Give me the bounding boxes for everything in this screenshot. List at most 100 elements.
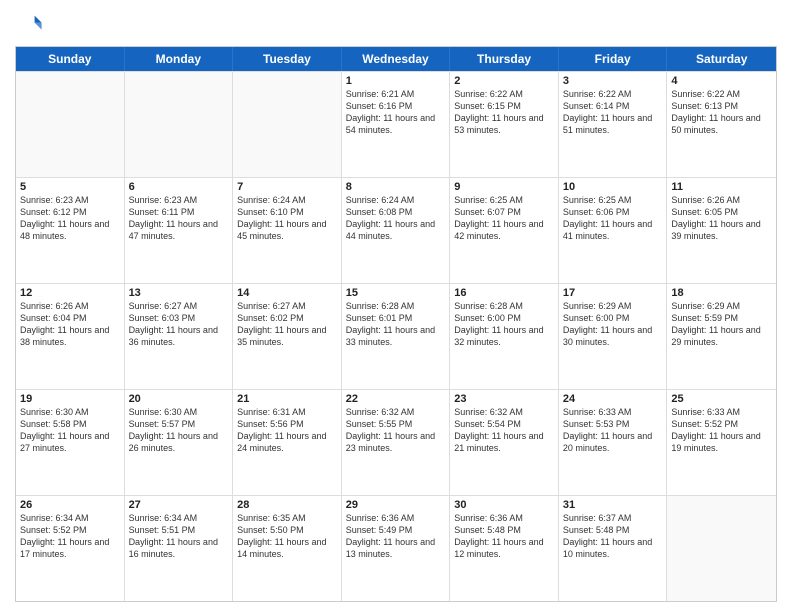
day-info: Sunrise: 6:31 AMSunset: 5:56 PMDaylight:… (237, 406, 337, 455)
day-header-tuesday: Tuesday (233, 47, 342, 71)
day-cell-21: 21 Sunrise: 6:31 AMSunset: 5:56 PMDaylig… (233, 390, 342, 495)
day-info: Sunrise: 6:28 AMSunset: 6:01 PMDaylight:… (346, 300, 446, 349)
day-cell-2: 2 Sunrise: 6:22 AMSunset: 6:15 PMDayligh… (450, 72, 559, 177)
day-number: 23 (454, 393, 554, 405)
day-cell-1: 1 Sunrise: 6:21 AMSunset: 6:16 PMDayligh… (342, 72, 451, 177)
day-info: Sunrise: 6:22 AMSunset: 6:15 PMDaylight:… (454, 88, 554, 137)
day-info: Sunrise: 6:33 AMSunset: 5:53 PMDaylight:… (563, 406, 663, 455)
day-cell-30: 30 Sunrise: 6:36 AMSunset: 5:48 PMDaylig… (450, 496, 559, 601)
day-number: 29 (346, 499, 446, 511)
day-info: Sunrise: 6:34 AMSunset: 5:51 PMDaylight:… (129, 512, 229, 561)
day-info: Sunrise: 6:23 AMSunset: 6:12 PMDaylight:… (20, 194, 120, 243)
day-cell-13: 13 Sunrise: 6:27 AMSunset: 6:03 PMDaylig… (125, 284, 234, 389)
day-info: Sunrise: 6:28 AMSunset: 6:00 PMDaylight:… (454, 300, 554, 349)
day-cell-10: 10 Sunrise: 6:25 AMSunset: 6:06 PMDaylig… (559, 178, 668, 283)
day-cell-15: 15 Sunrise: 6:28 AMSunset: 6:01 PMDaylig… (342, 284, 451, 389)
day-header-wednesday: Wednesday (342, 47, 451, 71)
page: SundayMondayTuesdayWednesdayThursdayFrid… (0, 0, 792, 612)
day-cell-7: 7 Sunrise: 6:24 AMSunset: 6:10 PMDayligh… (233, 178, 342, 283)
day-info: Sunrise: 6:25 AMSunset: 6:06 PMDaylight:… (563, 194, 663, 243)
day-info: Sunrise: 6:30 AMSunset: 5:57 PMDaylight:… (129, 406, 229, 455)
day-cell-4: 4 Sunrise: 6:22 AMSunset: 6:13 PMDayligh… (667, 72, 776, 177)
day-number: 14 (237, 287, 337, 299)
day-info: Sunrise: 6:37 AMSunset: 5:48 PMDaylight:… (563, 512, 663, 561)
day-cell-27: 27 Sunrise: 6:34 AMSunset: 5:51 PMDaylig… (125, 496, 234, 601)
day-cell-23: 23 Sunrise: 6:32 AMSunset: 5:54 PMDaylig… (450, 390, 559, 495)
day-number: 2 (454, 75, 554, 87)
week-row-1: 1 Sunrise: 6:21 AMSunset: 6:16 PMDayligh… (16, 71, 776, 177)
calendar-header: SundayMondayTuesdayWednesdayThursdayFrid… (16, 47, 776, 71)
day-info: Sunrise: 6:21 AMSunset: 6:16 PMDaylight:… (346, 88, 446, 137)
day-number: 24 (563, 393, 663, 405)
day-cell-14: 14 Sunrise: 6:27 AMSunset: 6:02 PMDaylig… (233, 284, 342, 389)
day-info: Sunrise: 6:24 AMSunset: 6:10 PMDaylight:… (237, 194, 337, 243)
day-number: 17 (563, 287, 663, 299)
logo (15, 10, 47, 38)
day-info: Sunrise: 6:22 AMSunset: 6:13 PMDaylight:… (671, 88, 772, 137)
day-cell-empty (125, 72, 234, 177)
day-number: 5 (20, 181, 120, 193)
day-info: Sunrise: 6:36 AMSunset: 5:49 PMDaylight:… (346, 512, 446, 561)
day-cell-19: 19 Sunrise: 6:30 AMSunset: 5:58 PMDaylig… (16, 390, 125, 495)
day-info: Sunrise: 6:27 AMSunset: 6:03 PMDaylight:… (129, 300, 229, 349)
day-cell-empty (16, 72, 125, 177)
day-cell-29: 29 Sunrise: 6:36 AMSunset: 5:49 PMDaylig… (342, 496, 451, 601)
calendar: SundayMondayTuesdayWednesdayThursdayFrid… (15, 46, 777, 602)
day-number: 12 (20, 287, 120, 299)
day-cell-empty (667, 496, 776, 601)
day-cell-11: 11 Sunrise: 6:26 AMSunset: 6:05 PMDaylig… (667, 178, 776, 283)
day-info: Sunrise: 6:25 AMSunset: 6:07 PMDaylight:… (454, 194, 554, 243)
day-header-monday: Monday (125, 47, 234, 71)
day-number: 3 (563, 75, 663, 87)
day-info: Sunrise: 6:29 AMSunset: 6:00 PMDaylight:… (563, 300, 663, 349)
day-cell-3: 3 Sunrise: 6:22 AMSunset: 6:14 PMDayligh… (559, 72, 668, 177)
day-number: 27 (129, 499, 229, 511)
day-cell-31: 31 Sunrise: 6:37 AMSunset: 5:48 PMDaylig… (559, 496, 668, 601)
day-cell-26: 26 Sunrise: 6:34 AMSunset: 5:52 PMDaylig… (16, 496, 125, 601)
day-number: 20 (129, 393, 229, 405)
day-info: Sunrise: 6:33 AMSunset: 5:52 PMDaylight:… (671, 406, 772, 455)
day-cell-18: 18 Sunrise: 6:29 AMSunset: 5:59 PMDaylig… (667, 284, 776, 389)
day-number: 11 (671, 181, 772, 193)
day-number: 7 (237, 181, 337, 193)
day-info: Sunrise: 6:27 AMSunset: 6:02 PMDaylight:… (237, 300, 337, 349)
day-info: Sunrise: 6:34 AMSunset: 5:52 PMDaylight:… (20, 512, 120, 561)
day-number: 16 (454, 287, 554, 299)
day-cell-6: 6 Sunrise: 6:23 AMSunset: 6:11 PMDayligh… (125, 178, 234, 283)
day-cell-8: 8 Sunrise: 6:24 AMSunset: 6:08 PMDayligh… (342, 178, 451, 283)
day-info: Sunrise: 6:36 AMSunset: 5:48 PMDaylight:… (454, 512, 554, 561)
day-number: 1 (346, 75, 446, 87)
day-number: 4 (671, 75, 772, 87)
day-info: Sunrise: 6:29 AMSunset: 5:59 PMDaylight:… (671, 300, 772, 349)
day-number: 30 (454, 499, 554, 511)
day-cell-9: 9 Sunrise: 6:25 AMSunset: 6:07 PMDayligh… (450, 178, 559, 283)
day-number: 13 (129, 287, 229, 299)
day-number: 9 (454, 181, 554, 193)
week-row-2: 5 Sunrise: 6:23 AMSunset: 6:12 PMDayligh… (16, 177, 776, 283)
day-number: 19 (20, 393, 120, 405)
day-info: Sunrise: 6:32 AMSunset: 5:55 PMDaylight:… (346, 406, 446, 455)
day-number: 31 (563, 499, 663, 511)
day-cell-5: 5 Sunrise: 6:23 AMSunset: 6:12 PMDayligh… (16, 178, 125, 283)
day-header-thursday: Thursday (450, 47, 559, 71)
calendar-body: 1 Sunrise: 6:21 AMSunset: 6:16 PMDayligh… (16, 71, 776, 601)
day-cell-16: 16 Sunrise: 6:28 AMSunset: 6:00 PMDaylig… (450, 284, 559, 389)
day-info: Sunrise: 6:30 AMSunset: 5:58 PMDaylight:… (20, 406, 120, 455)
day-info: Sunrise: 6:26 AMSunset: 6:04 PMDaylight:… (20, 300, 120, 349)
day-number: 8 (346, 181, 446, 193)
day-cell-24: 24 Sunrise: 6:33 AMSunset: 5:53 PMDaylig… (559, 390, 668, 495)
logo-icon (15, 10, 43, 38)
day-number: 15 (346, 287, 446, 299)
week-row-4: 19 Sunrise: 6:30 AMSunset: 5:58 PMDaylig… (16, 389, 776, 495)
day-number: 21 (237, 393, 337, 405)
day-cell-empty (233, 72, 342, 177)
week-row-5: 26 Sunrise: 6:34 AMSunset: 5:52 PMDaylig… (16, 495, 776, 601)
day-info: Sunrise: 6:32 AMSunset: 5:54 PMDaylight:… (454, 406, 554, 455)
day-header-friday: Friday (559, 47, 668, 71)
day-number: 22 (346, 393, 446, 405)
day-cell-28: 28 Sunrise: 6:35 AMSunset: 5:50 PMDaylig… (233, 496, 342, 601)
day-cell-12: 12 Sunrise: 6:26 AMSunset: 6:04 PMDaylig… (16, 284, 125, 389)
day-info: Sunrise: 6:24 AMSunset: 6:08 PMDaylight:… (346, 194, 446, 243)
day-number: 28 (237, 499, 337, 511)
day-number: 26 (20, 499, 120, 511)
